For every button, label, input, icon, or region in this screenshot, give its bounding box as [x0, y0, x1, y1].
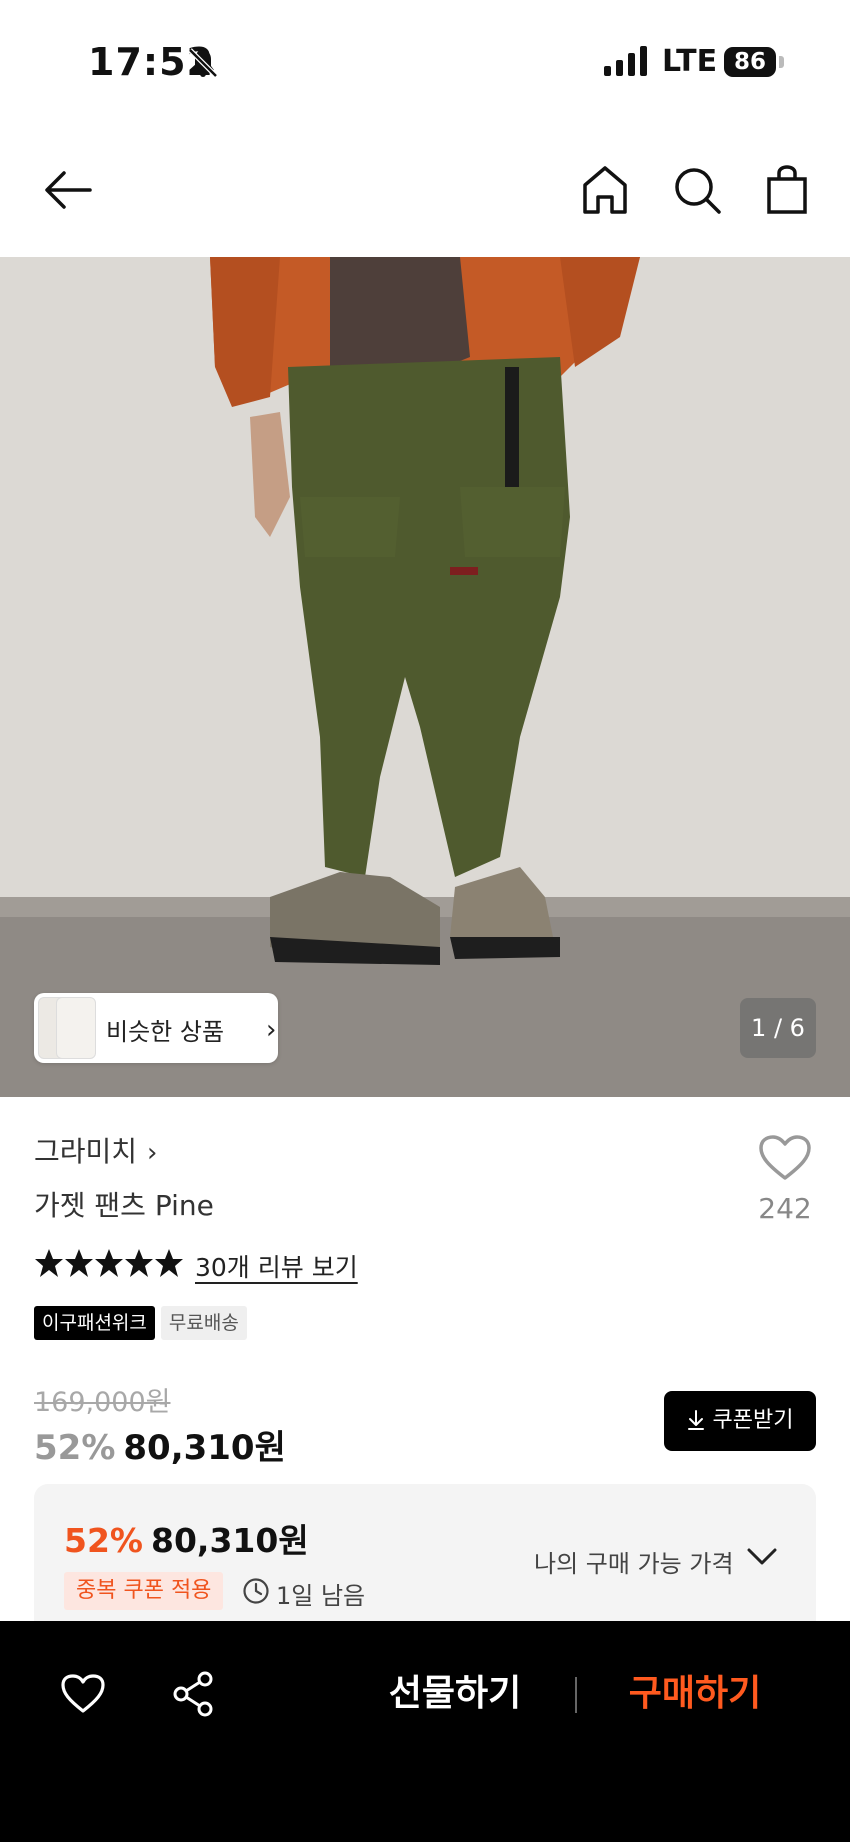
back-arrow-icon[interactable] — [40, 163, 94, 217]
original-price: 169,000원 — [34, 1387, 171, 1418]
get-coupon-button[interactable]: 쿠폰받기 — [664, 1391, 816, 1451]
time-remaining: 1일 남음 — [276, 1582, 366, 1610]
my-price-value: 80,310원 — [151, 1521, 309, 1560]
chevron-right-icon: › — [147, 1138, 158, 1168]
coupon-button-label: 쿠폰받기 — [712, 1408, 794, 1433]
battery-tip — [779, 56, 784, 68]
my-price-row: 52% 80,310원 — [64, 1514, 309, 1562]
price-row: 52% 80,310원 — [34, 1420, 286, 1469]
event-tag: 이구패션위크 — [34, 1306, 155, 1340]
product-name: 가젯 팬츠 Pine — [34, 1189, 214, 1222]
search-icon[interactable] — [670, 163, 724, 217]
my-discount-rate: 52% — [64, 1521, 143, 1560]
like-count: 242 — [758, 1192, 812, 1225]
brand-name: 그라미치 — [34, 1135, 138, 1168]
gift-button[interactable]: 선물하기 — [380, 1667, 530, 1721]
bell-muted-icon — [188, 48, 218, 78]
bottom-action-bar: 선물하기 구매하기 — [0, 1621, 850, 1842]
heart-icon — [759, 1135, 811, 1180]
signal-icon — [604, 46, 647, 76]
battery-icon: 86 — [724, 47, 776, 77]
shopping-bag-icon[interactable] — [760, 163, 814, 217]
buy-button[interactable]: 구매하기 — [620, 1667, 770, 1721]
divider — [575, 1677, 577, 1713]
status-bar: 17:52 LTE 86 — [0, 0, 850, 125]
review-link[interactable]: 30개 리뷰 보기 — [195, 1248, 358, 1284]
heart-icon[interactable] — [60, 1673, 106, 1715]
sale-price: 80,310원 — [123, 1428, 286, 1468]
my-price-label: 나의 구매 가능 가격 — [534, 1550, 734, 1578]
top-nav-bar — [0, 125, 850, 257]
similar-products-button[interactable]: 비슷한 상품 › — [34, 993, 278, 1063]
chevron-down-icon[interactable] — [746, 1546, 778, 1568]
brand-link[interactable]: 그라미치 › — [34, 1130, 157, 1170]
my-price-panel[interactable]: 52% 80,310원 중복 쿠폰 적용 1일 남음 나의 구매 가능 가격 — [34, 1484, 816, 1624]
network-label: LTE — [662, 44, 718, 79]
product-photo — [0, 257, 850, 1097]
download-icon — [687, 1410, 704, 1430]
clock-icon — [243, 1578, 269, 1604]
coupon-applied-badge: 중복 쿠폰 적용 — [64, 1572, 224, 1610]
free-shipping-tag: 무료배송 — [160, 1306, 247, 1340]
similar-thumb — [56, 997, 96, 1059]
tag-row: 이구패션위크 무료배송 — [34, 1306, 253, 1340]
discount-rate: 52% — [34, 1428, 116, 1468]
like-button[interactable]: 242 — [744, 1134, 826, 1225]
chevron-right-icon: › — [266, 1015, 277, 1045]
home-icon[interactable] — [578, 163, 632, 217]
image-page-indicator: 1 / 6 — [740, 998, 816, 1058]
similar-products-label: 비슷한 상품 — [106, 1018, 225, 1046]
product-image[interactable] — [0, 257, 850, 1097]
share-icon[interactable] — [172, 1671, 214, 1717]
rating-stars-icon — [35, 1249, 183, 1277]
